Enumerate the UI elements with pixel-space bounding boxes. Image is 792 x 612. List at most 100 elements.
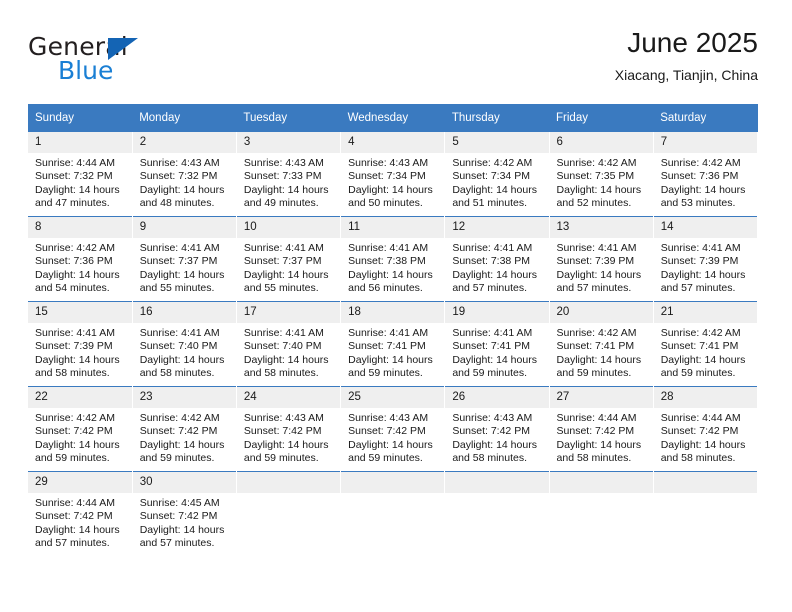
calendar-day-cell[interactable]: 10 Sunrise: 4:41 AM Sunset: 7:37 PM Dayl… bbox=[236, 216, 342, 302]
day-number: 18 bbox=[341, 302, 445, 323]
weekday-header-tuesday: Tuesday bbox=[236, 104, 341, 132]
day-number bbox=[549, 472, 653, 493]
calendar-day-cell[interactable]: 11 Sunrise: 4:41 AM Sunset: 7:38 PM Dayl… bbox=[340, 216, 446, 302]
sunrise-text: Sunrise: 4:42 AM bbox=[556, 327, 637, 339]
calendar-day-cell[interactable]: 14 Sunrise: 4:41 AM Sunset: 7:39 PM Dayl… bbox=[653, 216, 759, 302]
day-number: 14 bbox=[653, 217, 757, 238]
calendar-day-cell[interactable]: 17 Sunrise: 4:41 AM Sunset: 7:40 PM Dayl… bbox=[236, 301, 342, 387]
daylight-text-line1: Daylight: 14 hours bbox=[139, 523, 225, 536]
sunrise-text: Sunrise: 4:42 AM bbox=[556, 157, 637, 169]
daylight-text-line2: and 53 minutes. bbox=[660, 197, 736, 210]
calendar-page: General Blue June 2025 Xiacang, Tianjin,… bbox=[0, 0, 792, 612]
day-number: 2 bbox=[132, 132, 236, 153]
day-details: Sunrise: 4:42 AM Sunset: 7:34 PM Dayligh… bbox=[445, 153, 548, 211]
sunrise-text: Sunrise: 4:43 AM bbox=[348, 157, 429, 169]
calendar-day-cell-empty bbox=[549, 471, 654, 556]
day-details: Sunrise: 4:41 AM Sunset: 7:38 PM Dayligh… bbox=[341, 238, 444, 296]
calendar-day-cell[interactable]: 5 Sunrise: 4:42 AM Sunset: 7:34 PM Dayli… bbox=[444, 132, 550, 217]
brand-logo[interactable]: General Blue bbox=[28, 32, 208, 88]
day-number bbox=[341, 472, 445, 493]
day-details: Sunrise: 4:43 AM Sunset: 7:33 PM Dayligh… bbox=[237, 153, 340, 211]
daylight-text-line1: Daylight: 14 hours bbox=[556, 438, 642, 451]
daylight-text-line1: Daylight: 14 hours bbox=[348, 438, 433, 451]
calendar-day-cell[interactable]: 23 Sunrise: 4:42 AM Sunset: 7:42 PM Dayl… bbox=[132, 386, 237, 472]
calendar-day-cell[interactable]: 28 Sunrise: 4:44 AM Sunset: 7:42 PM Dayl… bbox=[653, 386, 759, 472]
calendar-day-cell[interactable]: 2 Sunrise: 4:43 AM Sunset: 7:32 PM Dayli… bbox=[132, 132, 237, 217]
sunset-text: Sunset: 7:32 PM bbox=[139, 170, 218, 183]
day-details: Sunrise: 4:41 AM Sunset: 7:37 PM Dayligh… bbox=[133, 238, 236, 296]
day-number: 1 bbox=[28, 132, 132, 153]
daylight-text-line2: and 58 minutes. bbox=[556, 452, 632, 465]
sunrise-text: Sunrise: 4:42 AM bbox=[660, 327, 741, 339]
calendar-day-cell[interactable]: 19 Sunrise: 4:41 AM Sunset: 7:41 PM Dayl… bbox=[444, 301, 550, 387]
sunset-text: Sunset: 7:41 PM bbox=[556, 340, 635, 353]
day-number: 21 bbox=[653, 302, 757, 323]
calendar-day-cell[interactable]: 16 Sunrise: 4:41 AM Sunset: 7:40 PM Dayl… bbox=[132, 301, 237, 387]
sunrise-text: Sunrise: 4:42 AM bbox=[35, 412, 115, 424]
sunset-text: Sunset: 7:40 PM bbox=[139, 340, 218, 353]
calendar-day-cell[interactable]: 7 Sunrise: 4:42 AM Sunset: 7:36 PM Dayli… bbox=[653, 132, 759, 217]
sunset-text: Sunset: 7:42 PM bbox=[139, 510, 218, 523]
calendar-day-cell[interactable]: 8 Sunrise: 4:42 AM Sunset: 7:36 PM Dayli… bbox=[28, 216, 133, 302]
daylight-text-line2: and 57 minutes. bbox=[139, 537, 215, 550]
sunset-text: Sunset: 7:42 PM bbox=[243, 425, 322, 438]
calendar-day-cell[interactable]: 29 Sunrise: 4:44 AM Sunset: 7:42 PM Dayl… bbox=[28, 471, 133, 556]
title-block: June 2025 Xiacang, Tianjin, China bbox=[615, 26, 758, 86]
daylight-text-line1: Daylight: 14 hours bbox=[35, 268, 120, 281]
sunrise-text: Sunrise: 4:41 AM bbox=[348, 242, 429, 254]
calendar-day-cell[interactable]: 25 Sunrise: 4:43 AM Sunset: 7:42 PM Dayl… bbox=[340, 386, 446, 472]
calendar-day-cell[interactable]: 27 Sunrise: 4:44 AM Sunset: 7:42 PM Dayl… bbox=[549, 386, 654, 472]
day-number: 23 bbox=[132, 387, 236, 408]
day-number: 29 bbox=[28, 472, 132, 493]
calendar-day-cell[interactable]: 12 Sunrise: 4:41 AM Sunset: 7:38 PM Dayl… bbox=[444, 216, 550, 302]
day-number bbox=[236, 472, 341, 493]
calendar-day-cell[interactable]: 26 Sunrise: 4:43 AM Sunset: 7:42 PM Dayl… bbox=[444, 386, 550, 472]
page-title: June 2025 bbox=[627, 27, 758, 58]
sunset-text: Sunset: 7:36 PM bbox=[35, 255, 113, 268]
calendar-week-row: 8 Sunrise: 4:42 AM Sunset: 7:36 PM Dayli… bbox=[28, 216, 759, 302]
calendar-day-cell[interactable]: 4 Sunrise: 4:43 AM Sunset: 7:34 PM Dayli… bbox=[340, 132, 446, 217]
calendar-day-cell[interactable]: 21 Sunrise: 4:42 AM Sunset: 7:41 PM Dayl… bbox=[653, 301, 759, 387]
weekday-header-friday: Friday bbox=[549, 104, 654, 132]
daylight-text-line1: Daylight: 14 hours bbox=[243, 183, 329, 196]
daylight-text-line1: Daylight: 14 hours bbox=[660, 353, 746, 366]
calendar-day-cell-empty bbox=[444, 471, 550, 556]
day-details: Sunrise: 4:42 AM Sunset: 7:41 PM Dayligh… bbox=[654, 323, 757, 381]
sunset-text: Sunset: 7:38 PM bbox=[348, 255, 426, 268]
calendar-day-cell[interactable]: 24 Sunrise: 4:43 AM Sunset: 7:42 PM Dayl… bbox=[236, 386, 342, 472]
sunrise-text: Sunrise: 4:41 AM bbox=[35, 327, 115, 339]
daylight-text-line2: and 57 minutes. bbox=[35, 537, 110, 550]
day-details: Sunrise: 4:45 AM Sunset: 7:42 PM Dayligh… bbox=[133, 493, 236, 551]
daylight-text-line2: and 59 minutes. bbox=[452, 367, 528, 380]
calendar-day-cell[interactable]: 3 Sunrise: 4:43 AM Sunset: 7:33 PM Dayli… bbox=[236, 132, 342, 217]
calendar-day-cell[interactable]: 9 Sunrise: 4:41 AM Sunset: 7:37 PM Dayli… bbox=[132, 216, 237, 302]
sunrise-text: Sunrise: 4:44 AM bbox=[556, 412, 637, 424]
day-number bbox=[653, 472, 757, 493]
day-details: Sunrise: 4:42 AM Sunset: 7:41 PM Dayligh… bbox=[550, 323, 653, 381]
calendar-day-cell[interactable]: 22 Sunrise: 4:42 AM Sunset: 7:42 PM Dayl… bbox=[28, 386, 133, 472]
weekday-header-row: Sunday Monday Tuesday Wednesday Thursday… bbox=[28, 104, 758, 132]
daylight-text-line2: and 59 minutes. bbox=[139, 452, 215, 465]
calendar-day-cell[interactable]: 1 Sunrise: 4:44 AM Sunset: 7:32 PM Dayli… bbox=[28, 132, 133, 217]
sunrise-text: Sunrise: 4:44 AM bbox=[35, 157, 115, 169]
calendar-day-cell[interactable]: 15 Sunrise: 4:41 AM Sunset: 7:39 PM Dayl… bbox=[28, 301, 133, 387]
calendar-day-cell[interactable]: 13 Sunrise: 4:41 AM Sunset: 7:39 PM Dayl… bbox=[549, 216, 654, 302]
daylight-text-line1: Daylight: 14 hours bbox=[660, 438, 746, 451]
sunset-text: Sunset: 7:36 PM bbox=[660, 170, 739, 183]
day-details: Sunrise: 4:42 AM Sunset: 7:35 PM Dayligh… bbox=[550, 153, 653, 211]
daylight-text-line2: and 58 minutes. bbox=[660, 452, 736, 465]
calendar-day-cell[interactable]: 20 Sunrise: 4:42 AM Sunset: 7:41 PM Dayl… bbox=[549, 301, 654, 387]
day-number: 10 bbox=[236, 217, 341, 238]
calendar-day-cell[interactable]: 30 Sunrise: 4:45 AM Sunset: 7:42 PM Dayl… bbox=[132, 471, 237, 556]
calendar-day-cell[interactable]: 6 Sunrise: 4:42 AM Sunset: 7:35 PM Dayli… bbox=[549, 132, 654, 217]
sunrise-text: Sunrise: 4:41 AM bbox=[452, 327, 533, 339]
day-number: 5 bbox=[445, 132, 549, 153]
daylight-text-line1: Daylight: 14 hours bbox=[139, 438, 225, 451]
day-details: Sunrise: 4:41 AM Sunset: 7:39 PM Dayligh… bbox=[550, 238, 653, 296]
sunrise-text: Sunrise: 4:42 AM bbox=[452, 157, 533, 169]
calendar-day-cell[interactable]: 18 Sunrise: 4:41 AM Sunset: 7:41 PM Dayl… bbox=[340, 301, 446, 387]
day-number bbox=[445, 472, 549, 493]
sunset-text: Sunset: 7:42 PM bbox=[348, 425, 426, 438]
calendar-day-cell-empty bbox=[653, 471, 759, 556]
daylight-text-line2: and 59 minutes. bbox=[348, 452, 423, 465]
